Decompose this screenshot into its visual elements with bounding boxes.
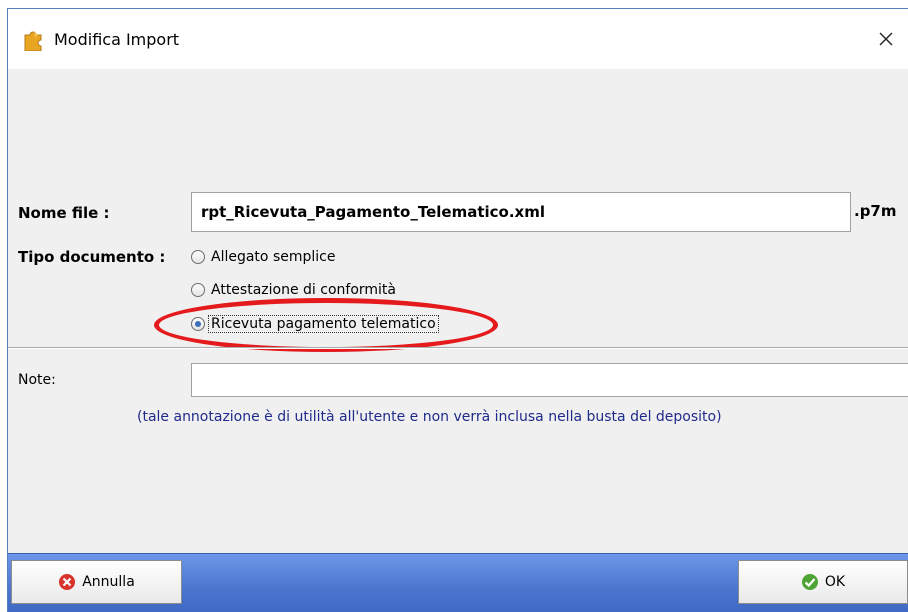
modifica-import-dialog: Modifica Import Nome file : rpt_Ricevuta… <box>7 8 908 612</box>
title-bar[interactable]: Modifica Import <box>8 9 908 69</box>
close-button[interactable] <box>864 21 908 59</box>
radio-button-selected[interactable] <box>191 317 205 331</box>
doc-type-label: Tipo documento : <box>18 248 166 266</box>
note-label: Note: <box>18 372 56 388</box>
file-extension: .p7m <box>854 202 897 220</box>
cancel-x-icon <box>58 573 76 591</box>
ok-label: OK <box>824 574 846 590</box>
puzzle-icon <box>22 29 48 52</box>
radio-label: Ricevuta pagamento telematico <box>208 315 439 333</box>
radio-allegato-semplice[interactable]: Allegato semplice <box>191 246 335 268</box>
radio-dot <box>195 321 201 327</box>
radio-label: Attestazione di conformità <box>211 282 396 298</box>
close-icon <box>878 31 894 50</box>
note-hint: (tale annotazione è di utilità all'utent… <box>137 409 722 425</box>
note-field[interactable] <box>191 363 908 397</box>
window-title: Modifica Import <box>54 30 180 49</box>
radio-button[interactable] <box>191 283 205 297</box>
filename-field[interactable]: rpt_Ricevuta_Pagamento_Telematico.xml <box>191 192 851 232</box>
radio-label: Allegato semplice <box>211 249 336 265</box>
divider <box>8 347 908 349</box>
ok-button[interactable]: OK <box>738 560 908 604</box>
radio-button[interactable] <box>191 250 205 264</box>
radio-ricevuta-pagamento-telematico[interactable]: Ricevuta pagamento telematico <box>191 313 439 335</box>
radio-attestazione-conformita[interactable]: Attestazione di conformità <box>191 279 396 301</box>
button-bar: Annulla OK <box>8 553 908 612</box>
filename-label: Nome file : <box>18 204 110 222</box>
check-icon <box>801 573 819 591</box>
cancel-button[interactable]: Annulla <box>11 560 182 604</box>
cancel-label: Annulla <box>82 574 135 590</box>
